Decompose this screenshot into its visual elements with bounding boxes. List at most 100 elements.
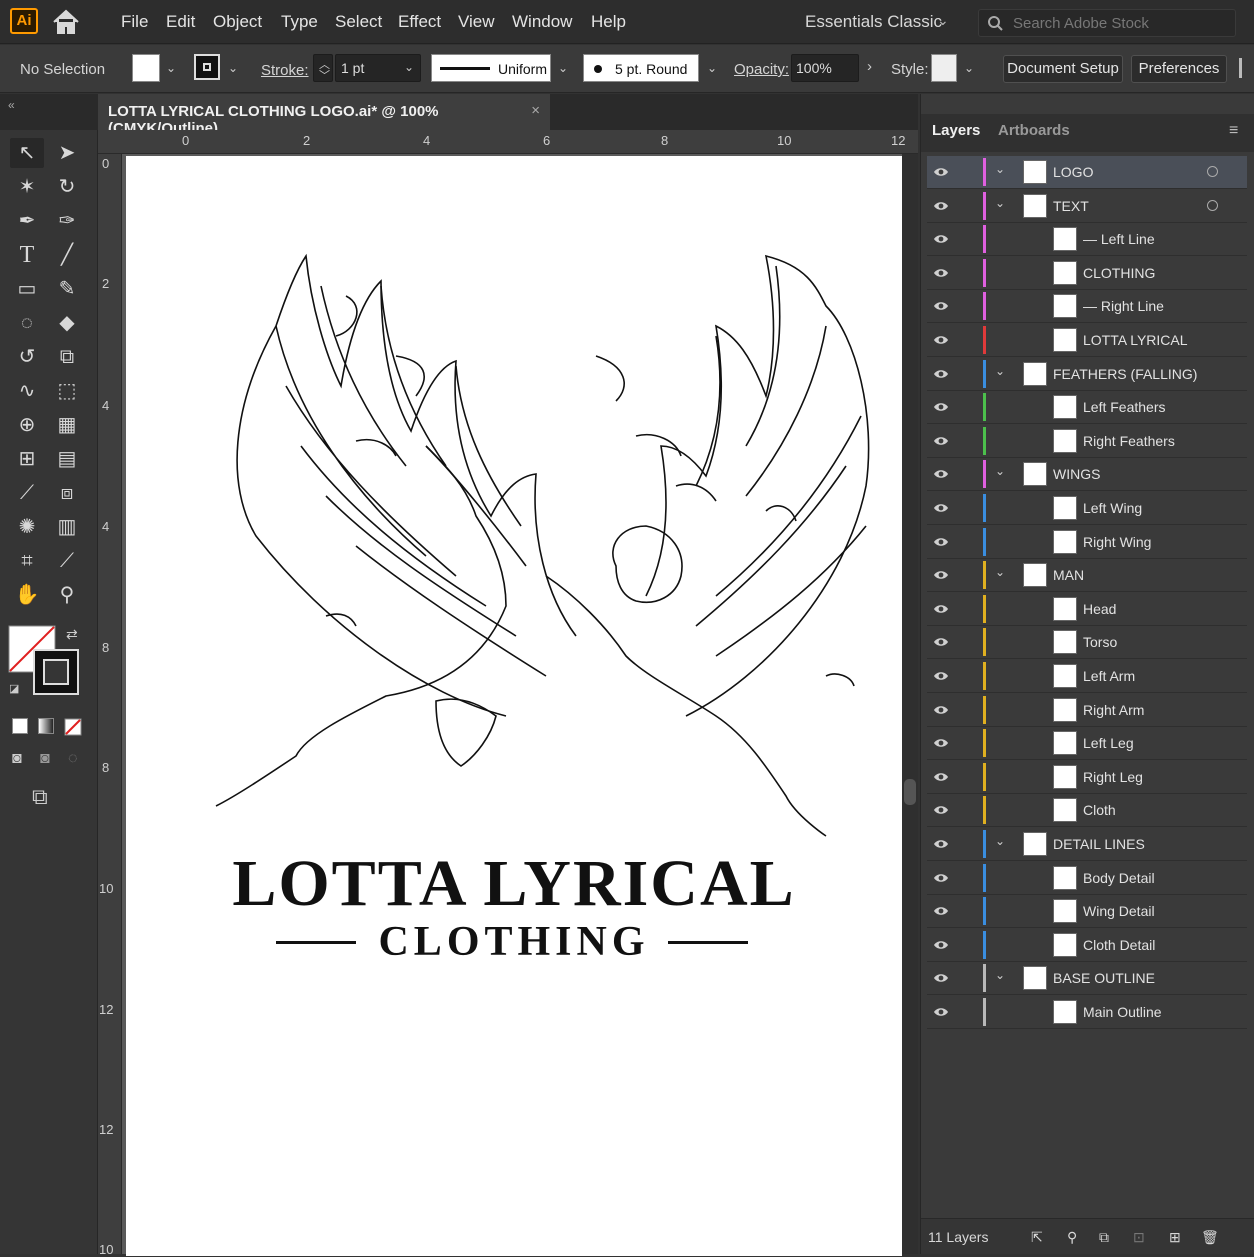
layer-row[interactable]: Cloth — [927, 794, 1247, 828]
target-circle-icon[interactable] — [1207, 166, 1218, 177]
slice-tool-icon[interactable]: ⟋ — [52, 546, 82, 576]
expand-chevron-icon[interactable]: ⌄ — [995, 968, 1005, 982]
layer-name[interactable]: Left Leg — [1083, 735, 1134, 751]
layer-name[interactable]: Wing Detail — [1083, 903, 1155, 919]
layer-row[interactable]: ⌄ MAN — [927, 559, 1247, 593]
layer-row[interactable]: — Left Line — [927, 223, 1247, 257]
visibility-eye-icon[interactable] — [933, 669, 949, 683]
selection-tool-icon[interactable]: ↖ — [12, 138, 42, 168]
layer-name[interactable]: Right Feathers — [1083, 433, 1175, 449]
layer-name[interactable]: CLOTHING — [1083, 265, 1155, 281]
layer-row[interactable]: Cloth Detail — [927, 929, 1247, 962]
menu-edit[interactable]: Edit — [166, 12, 195, 32]
layer-row[interactable]: Right Feathers — [927, 425, 1247, 458]
visibility-eye-icon[interactable] — [933, 837, 949, 851]
visibility-eye-icon[interactable] — [933, 535, 949, 549]
chevron-down-icon[interactable]: ⌄ — [228, 61, 238, 75]
column-graph-tool-icon[interactable]: ▥ — [52, 512, 82, 542]
layer-row[interactable]: Main Outline — [927, 996, 1247, 1029]
visibility-eye-icon[interactable] — [933, 266, 949, 280]
visibility-eye-icon[interactable] — [933, 602, 949, 616]
visibility-eye-icon[interactable] — [933, 333, 949, 347]
visibility-eye-icon[interactable] — [933, 434, 949, 448]
mesh-tool-icon[interactable]: ⊞ — [12, 444, 42, 474]
scrollbar-thumb[interactable] — [904, 779, 916, 805]
gradient-mode-icon[interactable] — [38, 718, 54, 734]
layer-name[interactable]: — Left Line — [1083, 231, 1155, 247]
tab-layers[interactable]: Layers — [932, 122, 980, 139]
chevron-down-icon[interactable]: ⌄ — [707, 61, 717, 75]
menu-effect[interactable]: Effect — [398, 12, 441, 32]
layer-name[interactable]: TEXT — [1053, 198, 1089, 214]
color-mode-icon[interactable] — [12, 718, 28, 734]
hand-tool-icon[interactable]: ✋ — [12, 580, 42, 610]
layer-row[interactable]: ⌄ FEATHERS (FALLING) — [927, 358, 1247, 391]
target-circle-icon[interactable] — [1207, 199, 1218, 211]
warp-tool-icon[interactable]: ∿ — [12, 376, 42, 406]
icarus-illustration[interactable] — [126, 156, 902, 856]
document-setup-button[interactable]: Document Setup — [1003, 55, 1123, 83]
direct-selection-tool-icon[interactable]: ➤ — [52, 138, 82, 168]
visibility-eye-icon[interactable] — [933, 400, 949, 414]
layer-row[interactable]: LOTTA LYRICAL — [927, 324, 1247, 357]
right-line[interactable] — [668, 941, 748, 944]
layer-row[interactable]: ⌄ TEXT — [927, 190, 1247, 223]
artboard[interactable]: LOTTA LYRICAL CLOTHING — [126, 156, 902, 1256]
visibility-eye-icon[interactable] — [933, 971, 949, 985]
expand-chevron-icon[interactable]: ⌄ — [995, 364, 1005, 378]
expand-chevron-icon[interactable]: ⌄ — [995, 196, 1005, 210]
visibility-eye-icon[interactable] — [933, 904, 949, 918]
layer-row[interactable]: Torso — [927, 626, 1247, 660]
layer-name[interactable]: Left Wing — [1083, 500, 1142, 516]
preferences-button[interactable]: Preferences — [1131, 55, 1227, 83]
layer-name[interactable]: Left Arm — [1083, 668, 1135, 684]
blend-tool-icon[interactable]: ⧈ — [52, 478, 82, 508]
eyedropper-tool-icon[interactable]: ⟋ — [12, 478, 42, 508]
shaper-tool-icon[interactable]: ◌ — [12, 308, 42, 338]
visibility-eye-icon[interactable] — [933, 703, 949, 717]
stroke-label[interactable]: Stroke: — [261, 62, 309, 79]
layer-row[interactable]: — Right Line — [927, 290, 1247, 324]
visibility-eye-icon[interactable] — [933, 501, 949, 515]
close-icon[interactable]: × — [531, 102, 540, 119]
layer-name[interactable]: FEATHERS (FALLING) — [1053, 366, 1197, 382]
draw-behind-icon[interactable]: ◙ — [40, 750, 50, 768]
trash-icon[interactable]: 🗑 — [1201, 1229, 1219, 1247]
perspective-grid-tool-icon[interactable]: ▦ — [52, 410, 82, 440]
layer-row[interactable]: Left Feathers — [927, 391, 1247, 425]
chevron-down-icon[interactable]: ⌄ — [937, 12, 949, 29]
layer-name[interactable]: Head — [1083, 601, 1116, 617]
type-tool-icon[interactable]: T — [12, 240, 42, 270]
curvature-tool-icon[interactable]: ✑ — [52, 206, 82, 236]
layer-name[interactable]: MAN — [1053, 567, 1084, 583]
visibility-eye-icon[interactable] — [933, 199, 949, 213]
tab-artboards[interactable]: Artboards — [998, 122, 1070, 139]
visibility-eye-icon[interactable] — [933, 165, 949, 179]
pen-tool-icon[interactable]: ✒ — [12, 206, 42, 236]
visibility-eye-icon[interactable] — [933, 467, 949, 481]
default-colors-icon[interactable]: ◪ — [9, 682, 19, 695]
layer-name[interactable]: Right Wing — [1083, 534, 1151, 550]
chevron-right-icon[interactable]: › — [867, 58, 872, 75]
expand-chevron-icon[interactable]: ⌄ — [995, 565, 1005, 579]
visibility-eye-icon[interactable] — [933, 568, 949, 582]
layer-row[interactable]: Left Arm — [927, 660, 1247, 693]
layer-name[interactable]: Main Outline — [1083, 1004, 1162, 1020]
visibility-eye-icon[interactable] — [933, 803, 949, 817]
layer-row[interactable]: Right Wing — [927, 526, 1247, 559]
layer-row[interactable]: Wing Detail — [927, 895, 1247, 929]
expand-chevron-icon[interactable]: ⌄ — [995, 464, 1005, 478]
export-icon[interactable]: ⇱ — [1031, 1229, 1049, 1247]
stroke-profile-select[interactable]: Uniform — [431, 54, 551, 82]
layer-name[interactable]: Body Detail — [1083, 870, 1155, 886]
visibility-eye-icon[interactable] — [933, 871, 949, 885]
layer-name[interactable]: Left Feathers — [1083, 399, 1166, 415]
layer-row[interactable]: Left Leg — [927, 727, 1247, 761]
document-tab[interactable]: LOTTA LYRICAL CLOTHING LOGO.ai* @ 100% (… — [98, 94, 550, 137]
logo-title[interactable]: LOTTA LYRICAL — [126, 846, 902, 922]
stroke-swatch[interactable] — [194, 54, 220, 80]
clipping-mask-icon[interactable]: ⧉ — [1099, 1229, 1117, 1247]
layer-row[interactable]: Right Leg — [927, 761, 1247, 794]
opacity-field[interactable]: 100% — [791, 54, 859, 82]
expand-chevron-icon[interactable]: ⌄ — [995, 834, 1005, 848]
